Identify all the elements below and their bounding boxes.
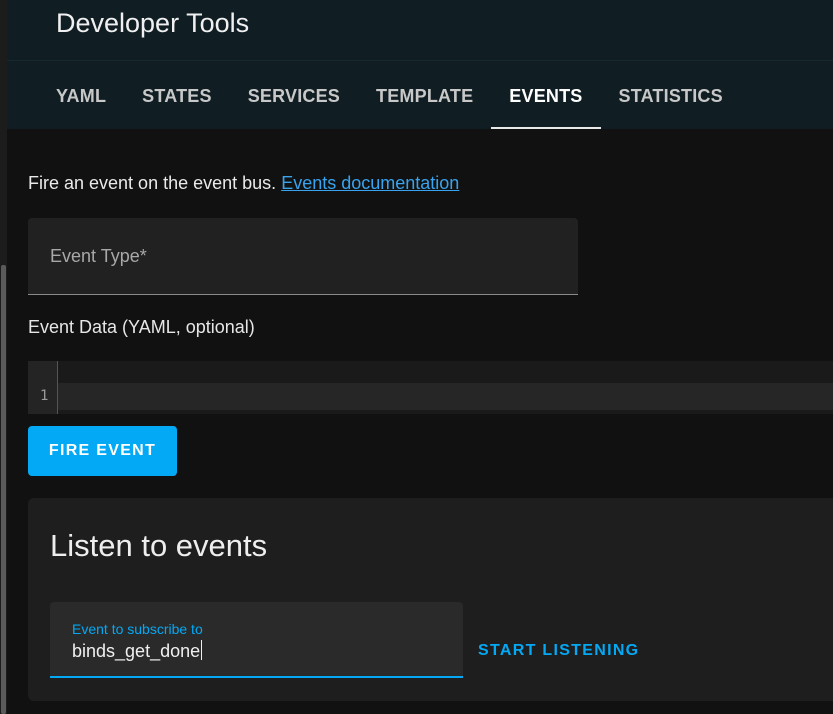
scrollbar-thumb[interactable] [1,265,6,714]
subscribe-field-value-wrap: binds_get_done [72,640,203,662]
app-header: Developer Tools YAML STATES SERVICES TEM… [7,0,833,129]
tab-events[interactable]: EVENTS [491,70,601,129]
event-subscribe-input[interactable]: Event to subscribe to binds_get_done [50,602,463,678]
editor-gutter: 1 [28,361,58,414]
event-type-input[interactable]: Event Type* [28,218,578,295]
event-data-label: Event Data (YAML, optional) [28,317,255,337]
page-title: Developer Tools [56,8,250,38]
tab-states[interactable]: STATES [124,70,230,129]
subscribe-field-label: Event to subscribe to [72,621,203,637]
page-scrollbar[interactable] [0,0,7,714]
line-number: 1 [40,388,49,404]
listen-events-card: Listen to events Event to subscribe to b… [28,498,833,701]
tab-bar: YAML STATES SERVICES TEMPLATE EVENTS STA… [7,70,741,129]
events-documentation-link[interactable]: Events documentation [281,173,459,193]
subscribe-field-value: binds_get_done [72,641,201,661]
listen-card-title: Listen to events [50,528,268,563]
tab-yaml[interactable]: YAML [38,70,124,129]
fire-event-button[interactable]: FIRE EVENT [28,426,177,476]
header-divider [7,60,833,61]
event-type-label: Event Type* [50,246,147,266]
start-listening-button[interactable]: START LISTENING [478,642,639,660]
tab-services[interactable]: SERVICES [230,70,358,129]
tab-statistics[interactable]: STATISTICS [601,70,741,129]
fire-event-description: Fire an event on the event bus. Events d… [28,173,459,194]
tab-template[interactable]: TEMPLATE [358,70,491,129]
text-caret [201,640,203,660]
event-data-editor[interactable]: 1 [28,361,833,414]
intro-text: Fire an event on the event bus. [28,173,277,193]
editor-active-line[interactable] [58,383,833,410]
